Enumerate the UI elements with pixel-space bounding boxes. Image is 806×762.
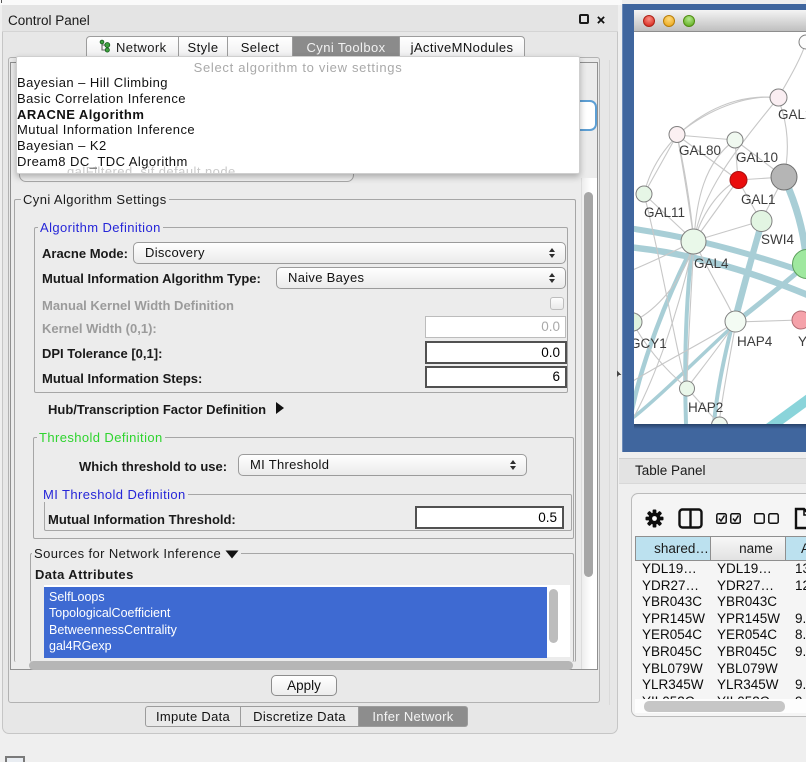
svg-text:GCY1: GCY1 xyxy=(634,336,667,351)
svg-text:GAL2: GAL2 xyxy=(778,107,806,122)
svg-text:GAL4: GAL4 xyxy=(694,256,729,271)
svg-text:GAL10: GAL10 xyxy=(736,150,778,165)
svg-text:Y: Y xyxy=(798,334,806,349)
svg-text:HAP2: HAP2 xyxy=(688,400,723,415)
svg-text:GAL1: GAL1 xyxy=(741,192,776,207)
svg-text:HAP4: HAP4 xyxy=(737,334,773,349)
svg-text:SWI4: SWI4 xyxy=(761,232,794,247)
svg-text:GAL11: GAL11 xyxy=(644,205,685,220)
svg-text:GAL80: GAL80 xyxy=(679,143,721,158)
